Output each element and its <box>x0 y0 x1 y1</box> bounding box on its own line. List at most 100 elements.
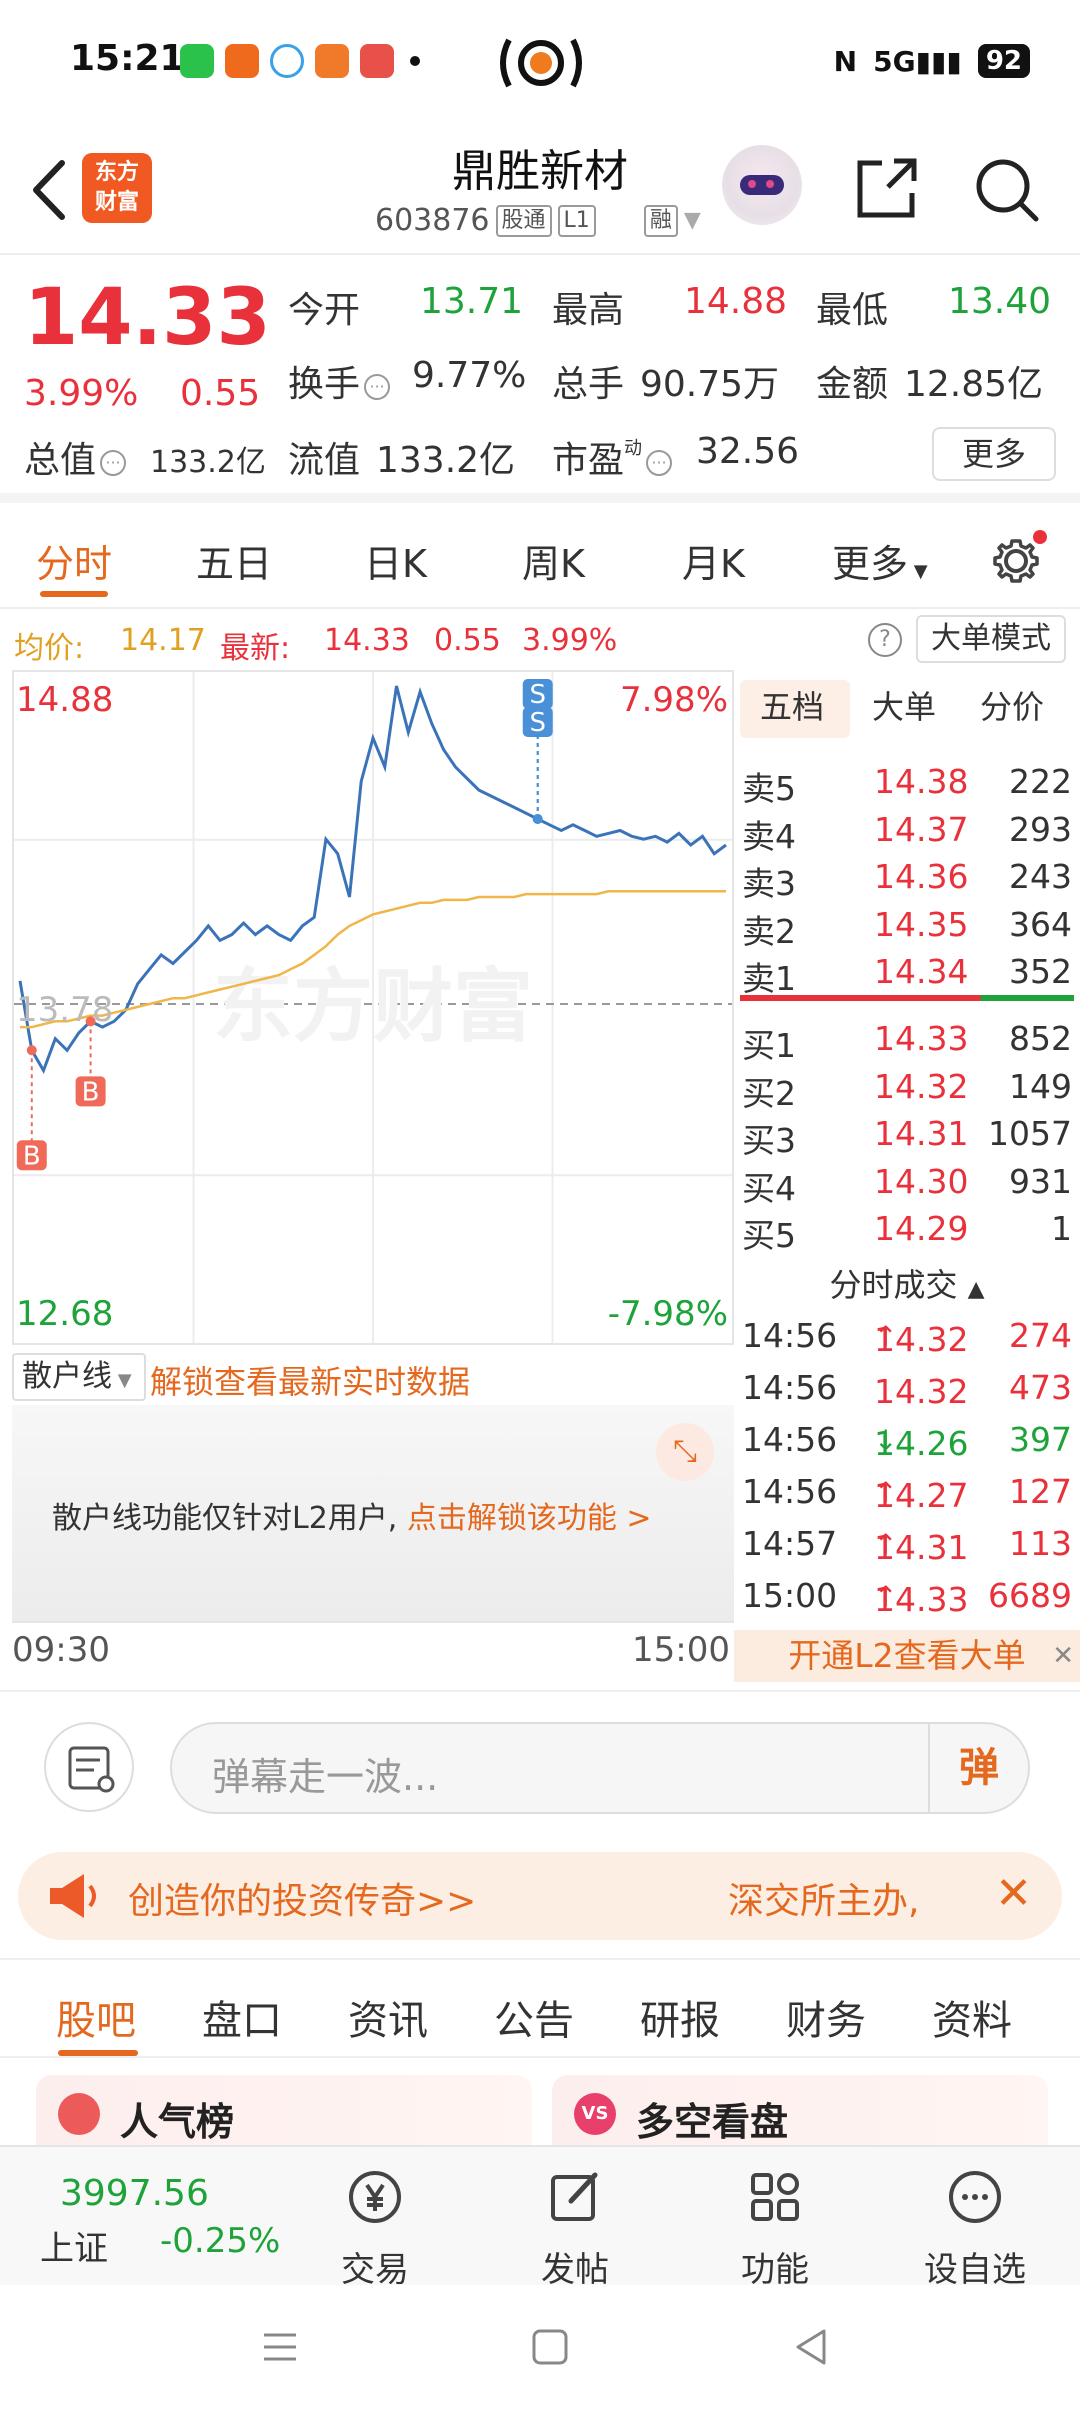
open-label: 今开 <box>288 290 361 331</box>
info-icon[interactable]: ··· <box>364 374 391 400</box>
danmaku-settings-icon[interactable] <box>44 1722 134 1812</box>
back-arrow-icon[interactable] <box>24 155 74 225</box>
unlock-feature-link[interactable]: 点击解锁该功能 > <box>407 1501 652 1536</box>
trade-row: 15:00 14.33 ↑ 6689 <box>742 1576 1072 1619</box>
y-axis-mid: 13.78 <box>16 990 114 1030</box>
trade-volume: 473 <box>1009 1368 1072 1407</box>
menu-icon[interactable] <box>258 2325 302 2369</box>
buy-marker[interactable]: B <box>16 1140 47 1171</box>
quote-panel: 14.33 3.99% 0.55 今开 13.71 最高 14.88 最低 13… <box>0 255 1080 503</box>
trade-row: 14:56 14.32 ↑ 274 <box>742 1316 1072 1359</box>
search-icon[interactable] <box>972 155 1042 225</box>
tab-daily-k[interactable]: 日K <box>364 533 427 588</box>
tab-5day[interactable]: 五日 <box>196 533 272 588</box>
tab-profile[interactable]: 资料 <box>932 1988 1012 2046</box>
tab-research[interactable]: 研报 <box>640 1988 720 2046</box>
change-amount: 0.55 <box>180 373 261 414</box>
buy-marker[interactable]: B <box>75 1076 106 1107</box>
l2-upgrade-banner[interactable]: 开通L2查看大单 ✕ <box>734 1630 1080 1682</box>
danmaku-input[interactable]: 弹幕走一波... 弹 <box>170 1722 1030 1814</box>
more-button[interactable]: 更多 <box>932 427 1056 481</box>
tab-more[interactable]: 更多 ▼ <box>832 533 928 588</box>
level-label: 卖5 <box>742 769 796 808</box>
triangle-up-icon: ▲ <box>967 1277 985 1302</box>
level-volume: 1057 <box>988 1114 1072 1153</box>
info-icon[interactable]: ··· <box>100 450 127 476</box>
search-app-icon <box>270 44 304 78</box>
home-icon[interactable] <box>528 2325 572 2369</box>
expand-icon[interactable]: ⤡ <box>656 1423 714 1481</box>
marker-label: S <box>529 708 546 738</box>
ask-row[interactable]: 卖4 14.37 293 <box>734 806 1080 856</box>
popularity-title: 人气榜 <box>120 2100 235 2144</box>
functions-button[interactable]: 功能 <box>710 2167 840 2291</box>
turnover-value: 9.77% <box>412 355 527 396</box>
marker-label: B <box>23 1141 41 1171</box>
tab-weekly-k[interactable]: 周K <box>522 533 585 588</box>
avg-label: 均价: <box>14 631 85 666</box>
bid-row[interactable]: 买1 14.33 852 <box>734 1015 1080 1065</box>
level-label: 买5 <box>742 1216 796 1255</box>
share-icon[interactable] <box>852 153 922 223</box>
close-icon[interactable]: ✕ <box>1052 1630 1074 1682</box>
promo-banner[interactable]: 创造你的投资传奇>> 深交所主办, ✕ <box>18 1852 1062 1940</box>
big-order-mode-button[interactable]: 大单模式 <box>916 615 1066 663</box>
trade-volume: 397 <box>1009 1420 1072 1459</box>
trade-button[interactable]: 交易 <box>310 2167 440 2291</box>
tab-five-levels[interactable]: 五档 <box>760 682 824 728</box>
tab-forum[interactable]: 股吧 <box>56 1988 136 2046</box>
tab-announcements[interactable]: 公告 <box>494 1988 574 2046</box>
bid-row[interactable]: 买4 14.30 931 <box>734 1158 1080 1208</box>
sell-marker[interactable]: S <box>522 707 553 738</box>
chevron-down-icon: ▼ <box>112 1370 132 1391</box>
app-icon <box>315 44 349 78</box>
bull-bear-title: 多空看盘 <box>636 2100 789 2144</box>
chevron-down-icon[interactable]: ▼ <box>684 208 701 233</box>
level-price: 14.35 <box>874 904 969 944</box>
bid-row[interactable]: 买5 14.29 1 <box>734 1205 1080 1255</box>
trades-title[interactable]: 分时成交 ▲ <box>734 1260 1080 1306</box>
ask-row[interactable]: 卖5 14.38 222 <box>734 758 1080 808</box>
popularity-card[interactable]: 人气榜 <box>36 2075 532 2145</box>
latest-label: 最新: <box>220 631 291 666</box>
info-icon[interactable]: ··· <box>646 450 673 476</box>
level-volume: 352 <box>1009 952 1072 991</box>
tab-financials[interactable]: 财务 <box>786 1988 866 2046</box>
back-icon[interactable] <box>790 2325 834 2369</box>
ask-row[interactable]: 卖1 14.34 352 <box>734 948 1080 998</box>
bull-bear-card[interactable]: VS 多空看盘 <box>552 2075 1048 2145</box>
level-label: 卖4 <box>742 816 796 856</box>
tab-price-distribution[interactable]: 分价 <box>980 682 1044 728</box>
intraday-chart[interactable]: 东方财富 B B S S 14.88 13.78 12.68 7.98% -7.98% <box>12 670 734 1345</box>
tag-margin[interactable]: 融 <box>643 204 678 237</box>
bid-row[interactable]: 买3 14.31 1057 <box>734 1110 1080 1160</box>
close-icon[interactable]: ✕ <box>995 1868 1032 1919</box>
tab-market-depth[interactable]: 盘口 <box>202 1988 282 2046</box>
settings-gear-icon[interactable] <box>988 529 1048 589</box>
ask-row[interactable]: 卖3 14.36 243 <box>734 853 1080 903</box>
bid-row[interactable]: 买2 14.32 149 <box>734 1063 1080 1113</box>
nfc-icon: N <box>833 44 858 78</box>
tab-monthly-k[interactable]: 月K <box>682 533 745 588</box>
vs-icon: VS <box>574 2093 616 2135</box>
promo-text: 创造你的投资传奇>> <box>128 1881 477 1922</box>
add-watchlist-button[interactable]: 设自选 <box>910 2167 1040 2291</box>
tab-intraday[interactable]: 分时 <box>36 533 112 588</box>
ask-row[interactable]: 卖2 14.35 364 <box>734 901 1080 951</box>
index-value[interactable]: 3997.56 <box>60 2173 209 2214</box>
send-danmaku-button[interactable]: 弹 <box>928 1724 1028 1812</box>
tab-big-orders[interactable]: 大单 <box>872 682 936 728</box>
volume-value: 90.75万 <box>640 364 780 405</box>
turnover-label: 换手 ··· <box>288 355 391 407</box>
latest-percent: 3.99% <box>522 623 618 658</box>
index-percent[interactable]: -0.25% <box>160 2221 280 2261</box>
unlock-link[interactable]: 解锁查看最新实时数据 <box>150 1357 470 1403</box>
ai-robot-icon[interactable] <box>722 145 802 225</box>
tab-news[interactable]: 资讯 <box>348 1988 428 2046</box>
level-price: 14.29 <box>874 1209 969 1248</box>
post-button[interactable]: 发帖 <box>510 2167 640 2291</box>
index-name[interactable]: 上证 <box>40 2221 108 2270</box>
indicator-select[interactable]: 散户线 ▼ <box>12 1353 146 1401</box>
help-icon[interactable]: ? <box>868 623 902 657</box>
sell-marker[interactable]: S <box>522 679 553 710</box>
